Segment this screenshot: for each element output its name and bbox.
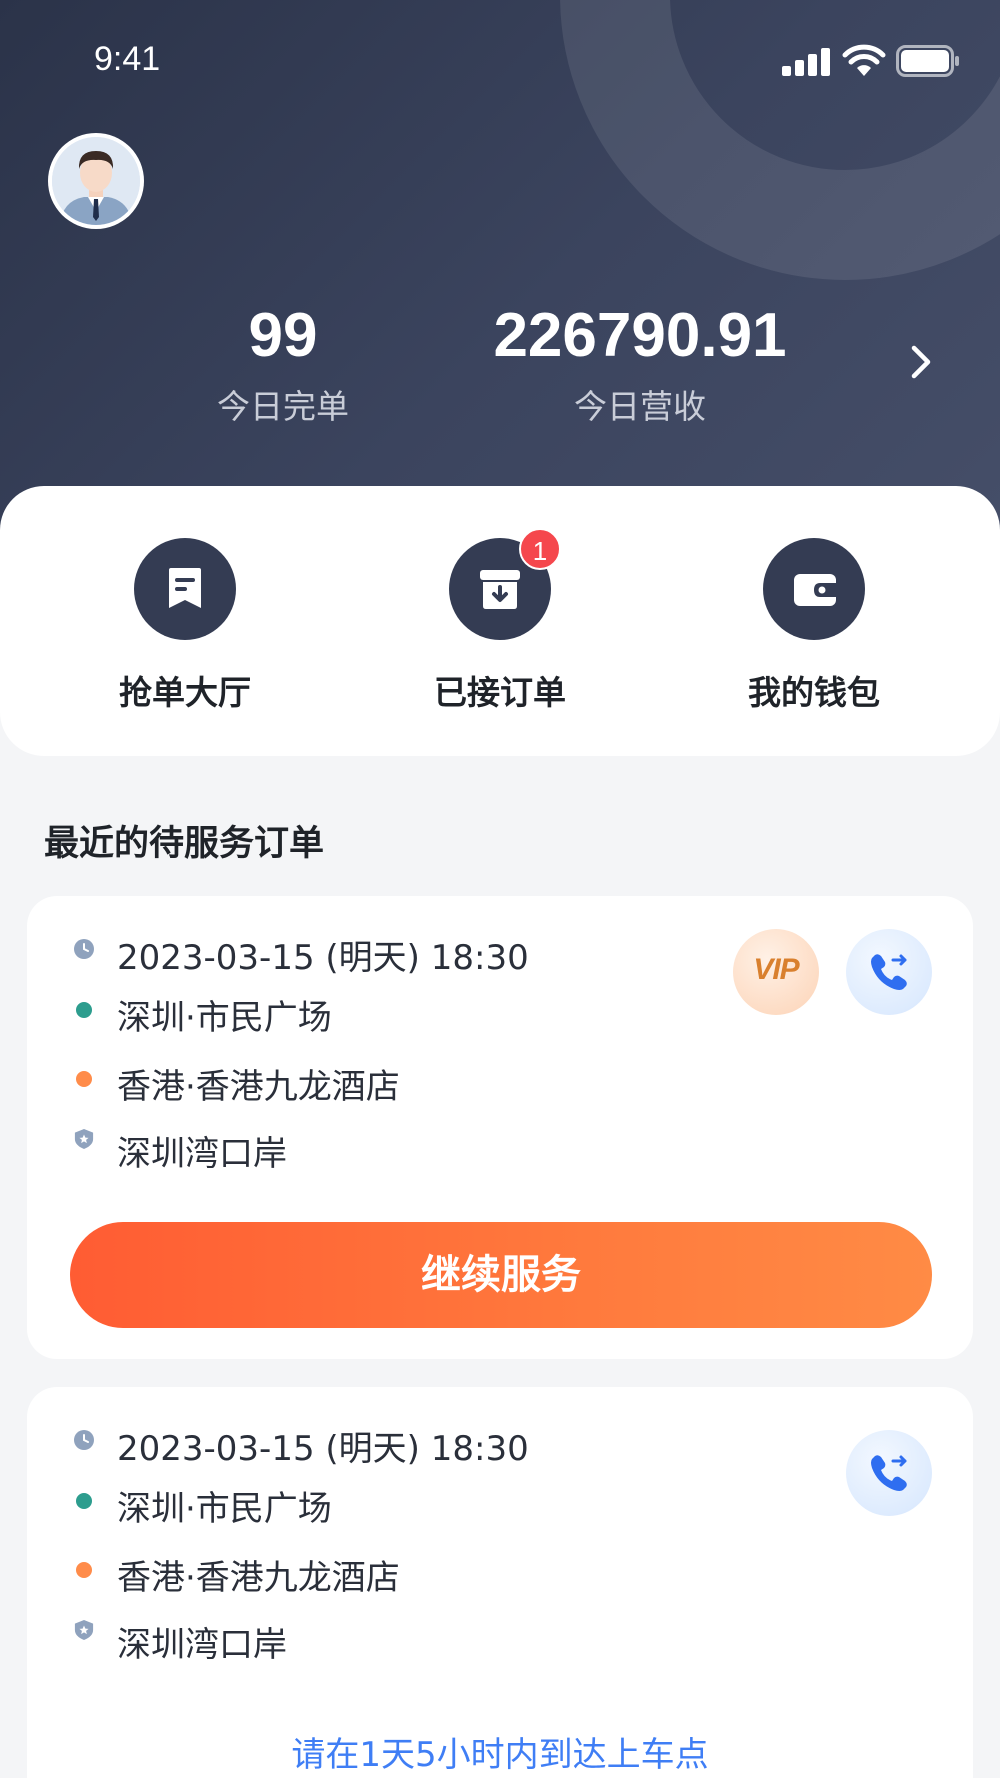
quick-action-order-hall[interactable]: 抢单大厅 — [85, 538, 285, 714]
quick-action-accepted-orders[interactable]: 1 已接订单 — [400, 528, 600, 714]
order-port: 深圳湾口岸 — [117, 1625, 287, 1665]
call-button[interactable] — [846, 1430, 932, 1516]
phone-forward-icon — [871, 1455, 907, 1491]
port-badge-icon — [74, 1620, 94, 1640]
destination-dot-icon — [76, 1071, 92, 1087]
order-time: 2023-03-15 (明天) 18:30 — [117, 1429, 529, 1469]
header-banner: 9:41 99 今日完单 226790.91 今日营收 — [0, 0, 1000, 530]
order-origin: 深圳·市民广场 — [117, 1489, 332, 1529]
clock-icon — [74, 1430, 94, 1450]
status-bar: 9:41 — [0, 0, 1000, 120]
clock-icon — [74, 939, 94, 959]
order-card[interactable]: 2023-03-15 (明天) 18:30 深圳·市民广场 香港·香港九龙酒店 … — [27, 896, 973, 1359]
order-origin: 深圳·市民广场 — [117, 998, 332, 1038]
call-button[interactable] — [846, 929, 932, 1015]
arrival-hint-text: 请在1天5小时内到达上车点 — [291, 1735, 709, 1775]
quick-action-accepted-orders-label: 已接订单 — [434, 673, 566, 712]
chevron-right-icon[interactable] — [900, 340, 940, 384]
continue-service-button[interactable]: 继续服务 — [70, 1222, 932, 1328]
quick-action-order-hall-label: 抢单大厅 — [119, 673, 251, 712]
origin-dot-icon — [76, 1493, 92, 1509]
quick-action-wallet-label: 我的钱包 — [748, 673, 880, 712]
today-completed-stat: 99 今日完单 — [183, 300, 383, 428]
today-revenue-value: 226790.91 — [493, 301, 787, 370]
cellular-signal-icon — [782, 46, 830, 76]
status-time: 9:41 — [94, 40, 161, 78]
order-port: 深圳湾口岸 — [117, 1134, 287, 1174]
destination-dot-icon — [76, 1562, 92, 1578]
quick-action-wallet[interactable]: 我的钱包 — [714, 538, 914, 714]
quick-actions-panel: 抢单大厅 1 已接订单 我的钱包 — [0, 486, 1000, 756]
port-badge-icon — [74, 1129, 94, 1149]
wallet-icon — [794, 574, 836, 606]
battery-icon — [896, 45, 959, 77]
order-destination: 香港·香港九龙酒店 — [117, 1067, 400, 1107]
today-completed-value: 99 — [248, 301, 318, 370]
today-revenue-label: 今日营收 — [574, 387, 706, 426]
order-destination: 香港·香港九龙酒店 — [117, 1558, 400, 1598]
avatar[interactable] — [48, 133, 144, 229]
section-title: 最近的待服务订单 — [44, 824, 325, 864]
today-completed-label: 今日完单 — [217, 387, 349, 426]
wifi-icon — [842, 44, 886, 76]
order-card[interactable]: 2023-03-15 (明天) 18:30 深圳·市民广场 香港·香港九龙酒店 … — [27, 1387, 973, 1778]
order-time: 2023-03-15 (明天) 18:30 — [117, 938, 529, 978]
today-revenue-stat: 226790.91 今日营收 — [440, 300, 840, 428]
origin-dot-icon — [76, 1002, 92, 1018]
vip-label: VIP — [753, 953, 799, 986]
accepted-orders-icon — [480, 570, 520, 609]
user-avatar-icon — [52, 137, 140, 225]
phone-forward-icon — [871, 954, 907, 990]
notification-badge: 1 — [519, 528, 561, 570]
vip-badge: VIP — [733, 929, 819, 1015]
order-hall-icon — [169, 568, 201, 608]
